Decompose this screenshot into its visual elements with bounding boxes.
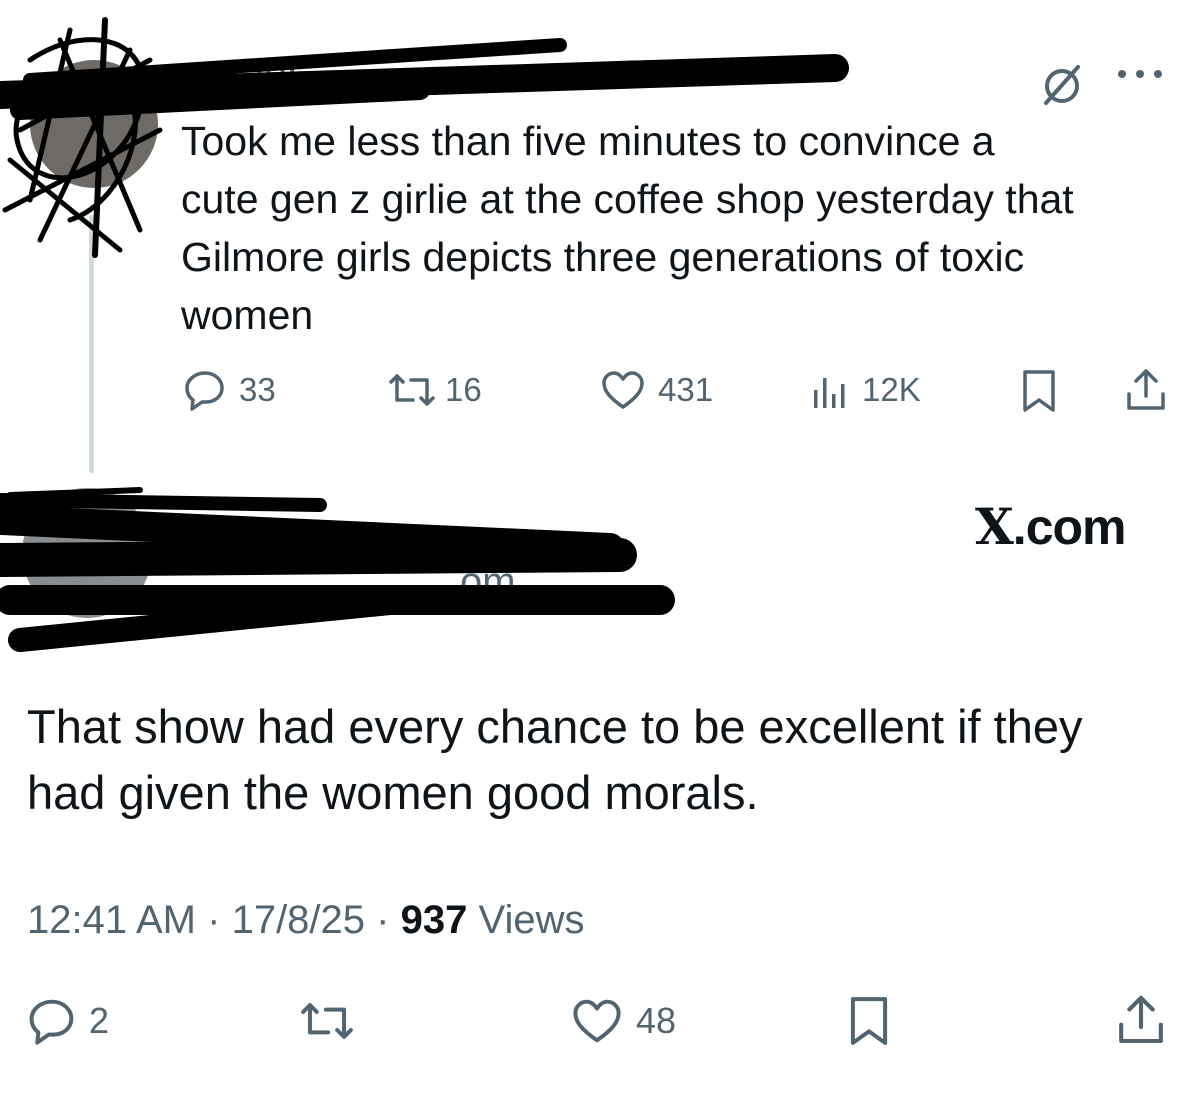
avatar[interactable] [22,488,152,618]
repost-icon [389,374,435,406]
avatar[interactable] [30,60,158,188]
reply-button[interactable]: 2 [27,996,109,1046]
bookmark-button[interactable] [1019,368,1059,414]
tweet-text: That show had every chance to be excelle… [27,694,1187,826]
x-logo-icon: X [975,497,1014,556]
share-button[interactable] [1123,366,1169,414]
thread-line [89,215,94,473]
views-count: 12K [862,371,921,408]
tweet-actions: 33 16 431 12K [0,362,1200,418]
tweet-text-line: women [181,292,314,338]
share-icon [1119,995,1163,1044]
tweet-text-line: That show had every chance to be excelle… [27,700,1083,753]
redaction-scribble [0,17,849,652]
tweet-text-line: Gilmore girls depicts three generations … [181,234,1025,280]
reply-icon [29,999,74,1045]
like-count: 48 [636,1000,677,1041]
like-button[interactable]: 431 [600,368,713,412]
reply-icon [185,371,224,411]
tweet-header: a · 20h [180,56,311,104]
views-count: 937 [400,898,468,942]
tweet-meta: 12:41 AM · 17/8/25 · 937 Views [27,898,584,943]
repost-icon [301,1003,353,1039]
source-domain: .com [1012,499,1127,555]
bookmark-button[interactable] [846,994,892,1048]
tweet-date[interactable]: 17/8/25 [232,898,365,942]
bookmark-icon [850,997,888,1045]
views-label: Views [478,898,585,942]
like-count: 431 [658,371,714,408]
grok-icon[interactable] [1040,62,1086,113]
tweet-text-line: cute gen z girlie at the coffee shop yes… [181,176,1074,222]
like-icon [573,999,621,1043]
reply-button[interactable]: 33 [183,368,276,412]
views-icon [814,378,845,408]
tweet-timestamp[interactable]: a · 20h [180,56,311,103]
source-label: X.com [975,497,1126,556]
tweet-time[interactable]: 12:41 AM [27,898,196,942]
tweet-text-line: Took me less than five minutes to convin… [181,118,995,164]
more-icon[interactable] [1114,64,1170,89]
reply-count: 2 [89,1000,110,1041]
tweet-actions: 2 48 [0,990,1200,1052]
repost-count: 16 [445,371,482,408]
repost-button[interactable]: 16 [385,368,482,412]
share-button[interactable] [1114,992,1168,1048]
repost-button[interactable] [296,996,358,1046]
like-icon [602,371,644,409]
tweet-text: Took me less than five minutes to convin… [181,112,1181,344]
tweet-text-line: had given the women good morals. [27,766,759,819]
separator: · [376,898,401,942]
views-button[interactable]: 12K [810,368,921,412]
like-button[interactable]: 48 [570,996,676,1046]
bookmark-icon [1023,370,1055,412]
reply-count: 33 [239,371,276,408]
handle-fragment: om [460,560,516,604]
share-icon [1127,369,1165,410]
separator: · [207,898,232,942]
